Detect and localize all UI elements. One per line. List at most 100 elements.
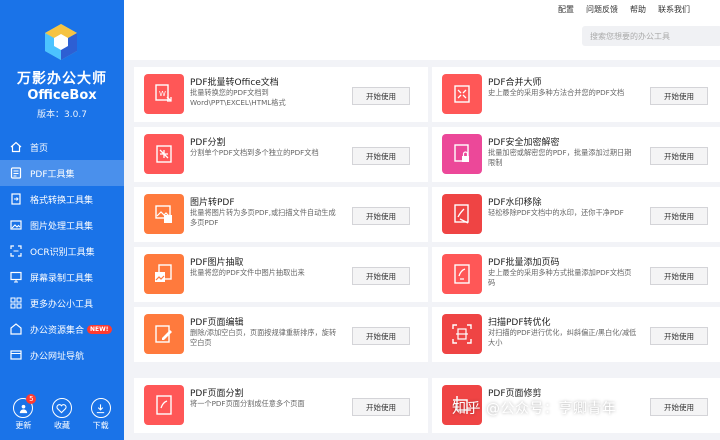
sidebar-item-pdf-tools[interactable]: PDF工具集 — [0, 160, 124, 186]
tool-card-page-split: PDF页面分割 将一个PDF页面分割成任意多个页面 开始使用 — [134, 378, 428, 433]
image-pdf-icon — [144, 194, 184, 234]
tool-title: PDF水印移除 — [488, 198, 542, 208]
favorites-button[interactable]: 收藏 — [47, 398, 77, 431]
tool-desc: 史上最全的采用多种方法合并您的PDF文档 — [488, 88, 625, 97]
tool-title: PDF页面分割 — [190, 389, 244, 399]
start-button[interactable]: 开始使用 — [352, 207, 410, 225]
image-icon — [10, 219, 22, 231]
tool-card-pdf-merge: PDF合并大师 史上最全的采用多种方法合并您的PDF文档 开始使用 — [432, 67, 720, 122]
download-button[interactable]: 下载 — [86, 398, 116, 431]
split-icon — [144, 134, 184, 174]
header-links: 配置 问题反馈 帮助 联系我们 — [546, 4, 690, 15]
tool-card-page-number: PDF批量添加页码 史上最全的采用多种方式批量添加PDF文档页码 开始使用 — [432, 247, 720, 302]
page-split-icon — [144, 385, 184, 425]
sidebar-item-image-tools[interactable]: 图片处理工具集 — [0, 212, 124, 238]
start-button[interactable]: 开始使用 — [650, 398, 708, 416]
tool-desc: 史上最全的采用多种方式批量添加PDF文档页码 — [488, 268, 632, 287]
favorites-label: 收藏 — [53, 421, 70, 430]
tool-desc: 分割单个PDF文档到多个独立的PDF文档 — [190, 148, 319, 157]
screen-icon — [10, 271, 22, 283]
tool-title: PDF批量添加页码 — [488, 258, 560, 268]
sidebar-item-url-nav[interactable]: 办公网址导航 — [0, 342, 124, 368]
tool-desc: 对扫描的PDF进行优化，纠斜偏正/黑白化/减低大小 — [488, 328, 637, 347]
home-icon — [10, 141, 22, 153]
update-button[interactable]: 5 更新 — [8, 394, 38, 431]
pdf-icon — [10, 167, 22, 179]
sidebar-item-label: 格式转换工具集 — [30, 195, 94, 206]
heart-icon — [51, 398, 72, 418]
sidebar-item-format-convert[interactable]: 格式转换工具集 — [0, 186, 124, 212]
sidebar-item-home[interactable]: 首页 — [0, 134, 124, 160]
sidebar-item-label: 办公网址导航 — [30, 351, 85, 362]
tool-desc: 删除/添加空白页，页面按规律重新排序，旋转空白页 — [190, 328, 337, 347]
tool-title: PDF页面编辑 — [190, 318, 244, 328]
tool-card-scan-optimize: 扫描PDF转优化 对扫描的PDF进行优化，纠斜偏正/黑白化/减低大小 开始使用 — [432, 307, 720, 362]
sidebar-item-label: OCR识别工具集 — [30, 247, 95, 258]
help-link[interactable]: 帮助 — [630, 4, 646, 15]
sidebar-item-ocr-tools[interactable]: OCR识别工具集 — [0, 238, 124, 264]
tool-title: 图片转PDF — [190, 198, 235, 208]
app-version: 版本：3.0.7 — [37, 110, 87, 120]
scan-icon — [442, 314, 482, 354]
tool-title: PDF批量转Office文档 — [190, 78, 279, 88]
sidebar-item-screen-record[interactable]: 屏幕录制工具集 — [0, 264, 124, 290]
tool-card-watermark-remove: PDF水印移除 轻松移除PDF文档中的水印，还你干净PDF 开始使用 — [432, 187, 720, 242]
tool-card-pdf-to-office: W PDF批量转Office文档 批量转换您的PDF文档到Word\PPT\EX… — [134, 67, 428, 122]
sidebar-item-label: PDF工具集 — [30, 169, 75, 180]
page-num-icon — [442, 254, 482, 294]
start-button[interactable]: 开始使用 — [650, 267, 708, 285]
tool-title: PDF安全加密解密 — [488, 138, 560, 148]
tool-desc: 轻松移除PDF文档中的水印，还你干净PDF — [488, 208, 624, 217]
sidebar-item-more-tools[interactable]: 更多办公小工具 — [0, 290, 124, 316]
tool-desc: 将一个PDF页面分割成任意多个页面 — [190, 399, 305, 408]
sidebar: 万影办公大师 OfficeBox 版本：3.0.7 首页 PDF工具集 格式转换… — [0, 0, 124, 440]
tool-card-image-extract: PDF图片抽取 批量将您的PDF文件中图片抽取出来 开始使用 — [134, 247, 428, 302]
app-name: 万影办公大师 — [17, 71, 107, 87]
svg-text:W: W — [159, 90, 166, 98]
contact-link[interactable]: 联系我们 — [658, 4, 690, 15]
new-badge: NEW! — [87, 324, 112, 334]
tool-card-image-to-pdf: 图片转PDF 批量将图片转为多页PDF,或扫描文件自动生成多页PDF 开始使用 — [134, 187, 428, 242]
tool-grid: W PDF批量转Office文档 批量转换您的PDF文档到Word\PPT\EX… — [124, 60, 720, 440]
app-name-en: OfficeBox — [27, 88, 97, 103]
tool-title: 扫描PDF转优化 — [488, 318, 551, 328]
start-button[interactable]: 开始使用 — [352, 398, 410, 416]
sidebar-item-resources[interactable]: 办公资源集合 NEW! — [0, 316, 124, 342]
settings-link[interactable]: 配置 — [558, 4, 574, 15]
download-label: 下载 — [92, 421, 109, 430]
convert-doc-icon: W — [144, 74, 184, 114]
tool-title: PDF分割 — [190, 138, 226, 148]
start-button[interactable]: 开始使用 — [352, 87, 410, 105]
tool-desc: 批量加密或解密您的PDF，批量添加过期日期限制 — [488, 148, 632, 167]
start-button[interactable]: 开始使用 — [650, 147, 708, 165]
start-button[interactable]: 开始使用 — [650, 327, 708, 345]
ocr-icon — [10, 245, 22, 257]
app-logo — [41, 22, 81, 62]
update-label: 更新 — [15, 421, 32, 430]
tool-card-page-edit: PDF页面编辑 删除/添加空白页，页面按规律重新排序，旋转空白页 开始使用 — [134, 307, 428, 362]
grid-icon — [10, 297, 22, 309]
search-input[interactable] — [582, 26, 720, 46]
start-button[interactable]: 开始使用 — [352, 147, 410, 165]
feedback-link[interactable]: 问题反馈 — [586, 4, 618, 15]
start-button[interactable]: 开始使用 — [650, 207, 708, 225]
sidebar-bottom-bar: 5 更新 收藏 下载 — [0, 394, 124, 431]
convert-icon — [10, 193, 22, 205]
link-icon — [10, 349, 22, 361]
resource-icon — [10, 323, 22, 335]
download-icon — [90, 398, 111, 418]
lock-icon — [442, 134, 482, 174]
tool-card-pdf-split: PDF分割 分割单个PDF文档到多个独立的PDF文档 开始使用 — [134, 127, 428, 182]
tool-desc: 批量将您的PDF文件中图片抽取出来 — [190, 268, 305, 277]
start-button[interactable]: 开始使用 — [650, 87, 708, 105]
edit-icon — [144, 314, 184, 354]
header: 配置 问题反馈 帮助 联系我们 — [124, 0, 720, 60]
sidebar-item-label: 更多办公小工具 — [30, 299, 94, 310]
start-button[interactable]: 开始使用 — [352, 267, 410, 285]
sidebar-item-label: 图片处理工具集 — [30, 221, 94, 232]
extract-icon — [144, 254, 184, 294]
start-button[interactable]: 开始使用 — [352, 327, 410, 345]
sidebar-item-label: 办公资源集合 — [30, 325, 85, 336]
sidebar-item-label: 屏幕录制工具集 — [30, 273, 94, 284]
tool-desc: 批量转换您的PDF文档到Word\PPT\EXCEL\HTML格式 — [190, 88, 286, 107]
